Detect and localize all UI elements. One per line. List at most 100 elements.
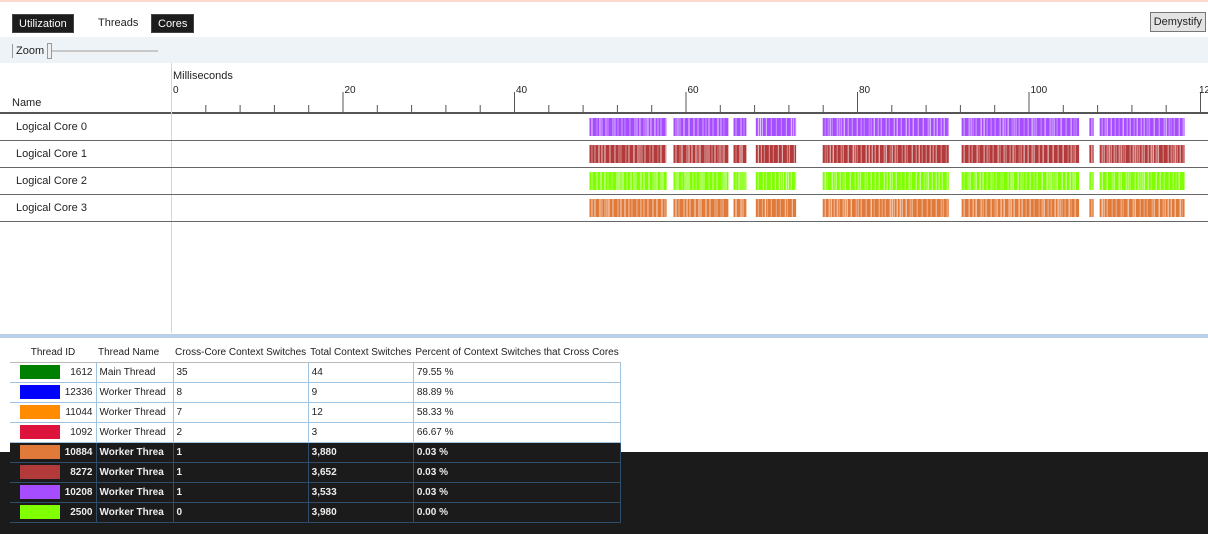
core-label-0[interactable]: Logical Core 0 xyxy=(16,114,87,140)
table-row[interactable]: 2500 Worker Threa 0 3,980 0.00 % xyxy=(10,502,622,523)
core-activity-segment[interactable] xyxy=(961,199,1080,217)
table-row[interactable]: 10884 Worker Threa 1 3,880 0.03 % xyxy=(10,442,622,463)
segment-gap xyxy=(1136,118,1138,136)
segment-gap xyxy=(1074,145,1076,163)
segment-gap xyxy=(933,118,935,136)
cell-percent-cross: 0.00 % xyxy=(413,502,622,523)
core-lane-2[interactable] xyxy=(172,168,1208,194)
segment-gap xyxy=(1007,118,1009,136)
segment-gap xyxy=(889,199,891,217)
thread-color-swatch xyxy=(20,505,60,519)
tab-utilization[interactable]: Utilization xyxy=(12,14,74,33)
col-thread-name[interactable]: Thread Name xyxy=(96,344,173,363)
table-row[interactable]: 11044 Worker Thread 7 12 58.33 % xyxy=(10,402,622,423)
segment-gap xyxy=(757,199,759,217)
segment-gap xyxy=(927,118,929,136)
core-activity-segment[interactable] xyxy=(589,199,667,217)
segment-gap xyxy=(735,199,737,217)
table-row[interactable]: 10208 Worker Threa 1 3,533 0.03 % xyxy=(10,482,622,503)
segment-gap xyxy=(1176,145,1178,163)
segment-gap xyxy=(824,118,826,136)
segment-gap xyxy=(764,199,766,217)
core-activity-segment[interactable] xyxy=(1099,118,1185,136)
segment-gap xyxy=(1091,172,1093,190)
tab-cores[interactable]: Cores xyxy=(151,14,195,33)
segment-gap xyxy=(626,172,628,190)
cell-total-switches: 9 xyxy=(308,382,414,403)
segment-gap xyxy=(1033,199,1035,217)
col-total-switches[interactable]: Total Context Switches xyxy=(308,344,414,363)
core-row-divider xyxy=(0,221,1208,222)
segment-gap xyxy=(693,118,695,136)
segment-gap xyxy=(1057,145,1059,163)
segment-gap xyxy=(591,118,593,136)
core-lane-1[interactable] xyxy=(172,141,1208,167)
segment-gap xyxy=(1035,118,1037,136)
demystify-button[interactable]: Demystify xyxy=(1149,12,1206,32)
core-activity-segment[interactable] xyxy=(755,145,797,163)
col-thread-id[interactable]: Thread ID xyxy=(10,344,96,363)
segment-gap xyxy=(1178,118,1180,136)
segment-gap xyxy=(1033,172,1035,190)
segment-gap xyxy=(790,118,792,136)
core-activity-segment[interactable] xyxy=(733,172,747,190)
segment-gap xyxy=(744,172,746,190)
segment-gap xyxy=(868,118,870,136)
table-row[interactable]: 12336 Worker Thread 8 9 88.89 % xyxy=(10,382,622,403)
core-activity-segment[interactable] xyxy=(822,199,949,217)
segment-gap xyxy=(635,172,637,190)
tab-threads[interactable]: Threads xyxy=(92,14,144,33)
core-lane-0[interactable] xyxy=(172,114,1208,140)
core-lane-3[interactable] xyxy=(172,195,1208,221)
segment-gap xyxy=(717,118,719,136)
core-label-2[interactable]: Logical Core 2 xyxy=(16,168,87,194)
segment-gap xyxy=(930,199,932,217)
segment-gap xyxy=(945,145,947,163)
zoom-slider-handle[interactable] xyxy=(47,43,52,59)
col-cross-core[interactable]: Cross-Core Context Switches xyxy=(173,344,309,363)
table-row[interactable]: 1612 Main Thread 35 44 79.55 % xyxy=(10,362,622,383)
segment-gap xyxy=(675,199,677,217)
thread-color-swatch xyxy=(20,445,60,459)
segment-gap xyxy=(1072,145,1074,163)
core-activity-segment[interactable] xyxy=(673,118,729,136)
core-activity-segment[interactable] xyxy=(755,172,797,190)
segment-gap xyxy=(1126,118,1128,136)
segment-gap xyxy=(794,118,796,136)
zoom-slider-track[interactable] xyxy=(52,50,158,52)
segment-gap xyxy=(614,145,616,163)
core-activity-segment[interactable] xyxy=(822,172,949,190)
cell-percent-cross: 0.03 % xyxy=(413,442,622,463)
segment-gap xyxy=(1118,172,1120,190)
core-label-3[interactable]: Logical Core 3 xyxy=(16,195,87,221)
segment-gap xyxy=(594,145,596,163)
col-percent-cross[interactable]: Percent of Context Switches that Cross C… xyxy=(413,344,621,363)
segment-gap xyxy=(968,199,970,217)
core-label-1[interactable]: Logical Core 1 xyxy=(16,141,87,167)
segment-gap xyxy=(775,199,777,217)
segment-gap xyxy=(677,172,679,190)
table-row[interactable]: 8272 Worker Threa 1 3,652 0.03 % xyxy=(10,462,622,483)
segment-gap xyxy=(1070,145,1072,163)
segment-gap xyxy=(1155,145,1157,163)
table-row[interactable]: 1092 Worker Thread 2 3 66.67 % xyxy=(10,422,622,443)
segment-gap xyxy=(1125,172,1127,190)
cell-thread-id: 12336 xyxy=(10,382,97,403)
segment-gap xyxy=(1029,199,1031,217)
segment-gap xyxy=(652,145,654,163)
core-activity-segment[interactable] xyxy=(961,172,1080,190)
segment-gap xyxy=(973,172,975,190)
segment-gap xyxy=(618,172,620,190)
segment-gap xyxy=(657,118,659,136)
segment-gap xyxy=(891,199,893,217)
segment-gap xyxy=(714,145,716,163)
core-activity-segment[interactable] xyxy=(733,199,747,217)
segment-gap xyxy=(929,145,931,163)
segment-gap xyxy=(1059,199,1061,217)
core-activity-segment[interactable] xyxy=(589,145,667,163)
segment-gap xyxy=(967,172,969,190)
segment-gap xyxy=(855,199,857,217)
segment-gap xyxy=(725,172,727,190)
segment-gap xyxy=(691,145,693,163)
segment-gap xyxy=(870,199,872,217)
